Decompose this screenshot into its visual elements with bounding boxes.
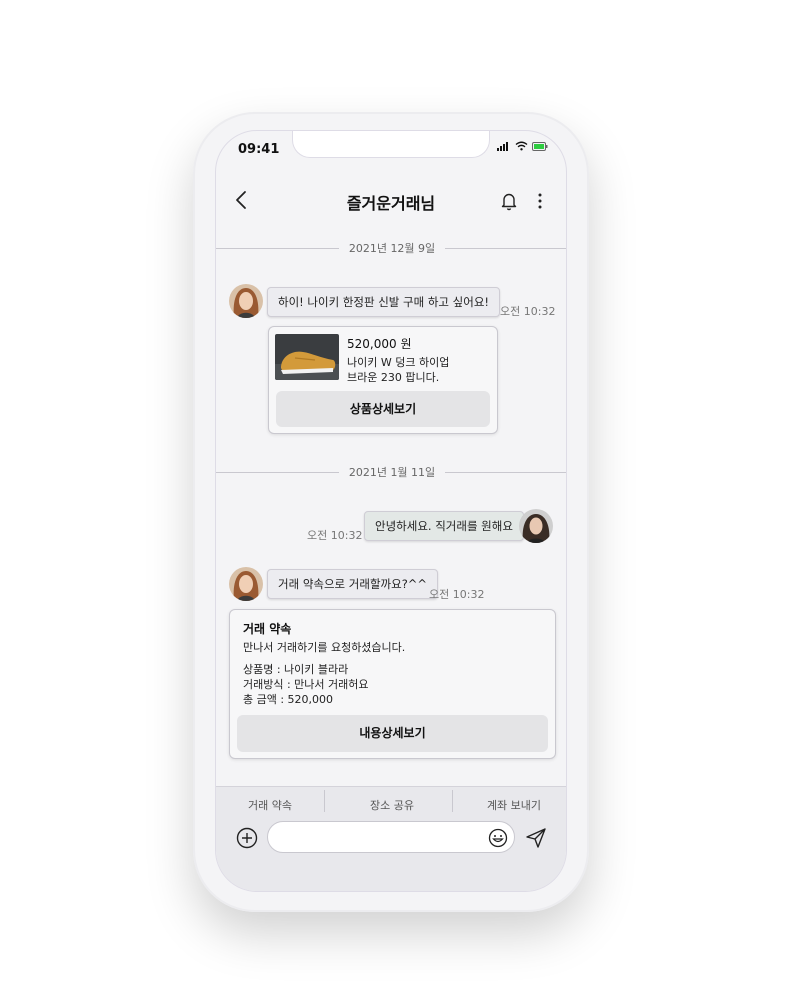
avatar-me[interactable] — [519, 509, 553, 543]
date-label: 2021년 1월 11일 — [348, 466, 436, 479]
notch — [292, 131, 490, 158]
date-label: 2021년 12월 9일 — [348, 242, 436, 255]
avatar-seller[interactable] — [229, 284, 263, 318]
promise-method: 거래방식 : 만나서 거래허요 — [243, 678, 369, 691]
promise-detail-button[interactable]: 내용상세보기 — [237, 715, 548, 752]
message-time: 오전 10:32 — [500, 305, 556, 318]
message-time: 오전 10:32 — [429, 588, 485, 601]
avatar-seller[interactable] — [229, 567, 263, 601]
product-image — [275, 334, 339, 380]
send-account-tab[interactable]: 계좌 보내기 — [460, 797, 566, 813]
product-detail-button[interactable]: 상품상세보기 — [276, 391, 490, 427]
message-bubble: 거래 약속으로 거래할까요?^^ — [267, 569, 439, 599]
emoji-icon[interactable] — [488, 828, 508, 848]
share-location-tab[interactable]: 장소 공유 — [338, 797, 446, 813]
battery-icon — [532, 141, 548, 151]
message-time: 오전 10:32 — [307, 529, 363, 542]
bell-icon[interactable] — [500, 191, 518, 211]
plus-icon[interactable] — [236, 827, 258, 849]
promise-title: 거래 약속 — [243, 622, 292, 636]
trade-promise-tab[interactable]: 거래 약속 — [216, 797, 324, 813]
message-bubble: 하이! 나이키 한정판 신발 구매 하고 싶어요! — [267, 287, 501, 317]
signal-icon — [497, 142, 508, 151]
product-price: 520,000 원 — [347, 337, 412, 351]
status-time: 09:41 — [238, 142, 280, 157]
trade-promise-card: 거래 약속 만나서 거래하기를 요청하셨습니다. 상품명 : 나이키 블라라 거… — [229, 609, 556, 759]
promise-subtitle: 만나서 거래하기를 요청하셨습니다. — [243, 641, 406, 654]
product-description: 나이키 W 덩크 하이업 — [347, 356, 450, 369]
toolbar-divider — [324, 790, 325, 812]
more-menu-icon[interactable] — [534, 191, 546, 211]
chat-screen: 09:41 즐거운거래님 2021년 12월 9일 하이! 나이키 한정판 신발… — [215, 130, 567, 892]
message-input[interactable] — [267, 821, 515, 853]
send-icon[interactable] — [525, 827, 547, 849]
product-description: 브라운 230 팝니다. — [347, 371, 440, 384]
toolbar-divider — [452, 790, 453, 812]
date-divider: 2021년 12월 9일 — [216, 238, 566, 258]
product-card: 520,000 원 나이키 W 덩크 하이업 브라운 230 팝니다. 상품상세… — [268, 326, 498, 434]
promise-product-name: 상품명 : 나이키 블라라 — [243, 663, 349, 676]
promise-total: 총 금액 : 520,000 — [243, 693, 334, 706]
message-bubble-mine: 안녕하세요. 직거래를 원해요 — [364, 511, 524, 541]
date-divider: 2021년 1월 11일 — [216, 462, 566, 482]
status-icons — [497, 141, 548, 151]
chat-toolbar: 거래 약속 장소 공유 계좌 보내기 — [216, 786, 566, 891]
wifi-icon — [515, 141, 528, 151]
